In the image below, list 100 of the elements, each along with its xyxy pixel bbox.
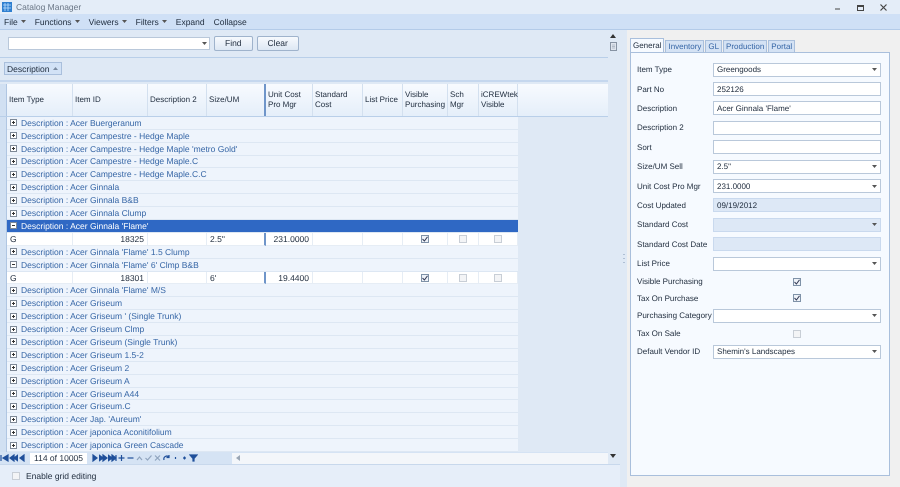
group-row[interactable]: Description : Acer Ginnala 'Flame' 6' Clmp B&B [7, 258, 518, 272]
record-position: 114 of 10005 [30, 452, 87, 464]
expand-icon[interactable] [10, 184, 17, 191]
group-row[interactable]: Description : Acer Jap. 'Aureum' [7, 413, 518, 426]
collapse-icon[interactable] [10, 261, 17, 268]
checkbox[interactable] [793, 294, 801, 302]
group-row[interactable]: Description : Acer Griseum A44 [7, 388, 518, 400]
group-row[interactable]: Description : Acer Griseum.C [7, 400, 518, 414]
tab[interactable]: GL [705, 40, 722, 52]
column-header[interactable]: Item ID [73, 84, 148, 116]
collapse-icon[interactable] [10, 222, 17, 230]
expand-icon[interactable] [10, 248, 17, 256]
group-row[interactable]: Description : Acer Griseum (Single Trunk) [7, 336, 518, 349]
group-row[interactable]: Description : Acer Ginnala B&B [7, 194, 518, 208]
tab[interactable]: Production [723, 40, 768, 52]
expand-icon[interactable] [10, 364, 17, 372]
group-row[interactable]: Description : Acer Ginnala 'Flame' [7, 220, 518, 233]
window-title: Catalog Manager [16, 2, 82, 12]
group-row[interactable]: Description : Acer Campestre - Hedge Maple [7, 130, 518, 143]
group-row[interactable]: Description : Acer japonica Aconitifolium [7, 426, 518, 440]
expand-icon[interactable] [10, 119, 17, 126]
expand-icon[interactable] [10, 428, 17, 436]
last-icon[interactable] [108, 454, 117, 462]
column-header[interactable]: Sch Mgr [448, 84, 479, 116]
dropdown-field[interactable]: 231.0000 [713, 179, 881, 194]
group-by-chip[interactable]: Description [4, 62, 62, 76]
expand-icon[interactable] [10, 390, 17, 398]
dropdown-field[interactable]: 2.5" [713, 160, 881, 174]
expand-icon[interactable] [10, 286, 17, 294]
redo-icon[interactable] [162, 454, 171, 462]
first-icon[interactable] [0, 454, 9, 462]
expand-icon[interactable] [10, 326, 17, 333]
group-row[interactable]: Description : Acer Ginnala Clump [7, 207, 518, 220]
expand-icon[interactable] [10, 377, 17, 384]
group-row[interactable]: Description : Acer Campestre - Hedge Maple 'metro Gold' [7, 142, 518, 156]
group-row[interactable]: Description : Acer Griseum 2 [7, 362, 518, 375]
expand-icon[interactable] [10, 145, 17, 152]
expand-icon[interactable] [10, 416, 17, 423]
group-row[interactable]: Description : Acer Ginnala 'Flame' M/S [7, 284, 518, 298]
column-header[interactable]: iCREWtek Visible [479, 84, 518, 116]
dropdown-field[interactable] [713, 256, 881, 271]
input-field[interactable] [713, 120, 881, 135]
column-header[interactable]: Visible Purchasing [403, 84, 448, 116]
expand-icon[interactable] [10, 210, 17, 217]
expand-icon[interactable] [10, 442, 17, 449]
expand-icon[interactable] [10, 132, 17, 140]
scroll-left-icon[interactable] [236, 455, 240, 462]
expand-icon[interactable] [10, 402, 17, 410]
expand-icon[interactable] [10, 338, 17, 346]
input-field[interactable] [713, 140, 881, 154]
toolbar-button[interactable]: Find [214, 36, 253, 51]
expand-icon[interactable] [10, 351, 17, 358]
maximize-icon[interactable] [856, 2, 865, 12]
group-row[interactable]: Description : Acer Griseum [7, 297, 518, 310]
group-row[interactable]: Description : Acer japonica Green Cascade [7, 439, 518, 452]
group-row[interactable]: Description : Acer Ginnala [7, 181, 518, 194]
close-icon[interactable] [879, 2, 888, 12]
expand-icon[interactable] [10, 312, 17, 320]
input-field[interactable]: 252126 [713, 82, 881, 96]
group-row[interactable]: Description : Acer Griseum A [7, 374, 518, 388]
tab[interactable]: Inventory [665, 40, 704, 52]
group-row[interactable]: Description : Acer Campestre - Hedge Maple.C [7, 156, 518, 168]
menu-item[interactable]: Collapse [214, 16, 247, 26]
menu-item[interactable]: File [4, 16, 26, 26]
dropdown-field[interactable] [713, 308, 881, 323]
group-row[interactable]: Description : Acer Griseum Clmp [7, 323, 518, 336]
scroll-up-icon[interactable] [610, 34, 616, 38]
scroll-thumb-icon[interactable] [610, 42, 616, 51]
expand-icon[interactable] [10, 170, 17, 178]
column-header[interactable]: Standard Cost [313, 84, 363, 116]
expand-icon[interactable] [10, 158, 17, 165]
horizontal-scrollbar[interactable] [232, 452, 608, 464]
menu-item[interactable]: Functions [34, 16, 80, 26]
group-row[interactable]: Description : Acer Ginnala 'Flame' 1.5 Clump [7, 246, 518, 259]
input-field[interactable]: Acer Ginnala 'Flame' [713, 101, 881, 116]
search-field[interactable] [8, 36, 210, 50]
checkbox[interactable] [793, 278, 801, 286]
tab[interactable]: General [630, 38, 664, 52]
scroll-down-icon[interactable] [610, 454, 616, 458]
checkbox[interactable] [421, 274, 429, 282]
menu-item[interactable]: Filters [136, 16, 167, 26]
menu-item[interactable]: Viewers [88, 16, 127, 26]
checkbox[interactable] [421, 234, 429, 243]
column-header[interactable]: Item Type [7, 84, 73, 116]
column-header[interactable]: List Price [363, 84, 403, 116]
column-header[interactable]: Description 2 [148, 84, 207, 116]
check-icon[interactable] [144, 454, 153, 462]
plus-icon[interactable] [117, 454, 126, 462]
group-row[interactable]: Description : Acer Campestre - Hedge Maple.C.C [7, 168, 518, 182]
dropdown-field[interactable]: Shemin's Landscapes [713, 344, 881, 359]
toolbar-button[interactable]: Clear [256, 36, 299, 51]
group-row[interactable]: Description : Acer Griseum ' (Single Trunk) [7, 310, 518, 324]
tab[interactable]: Portal [768, 40, 796, 52]
column-header[interactable]: Unit Cost Pro Mgr [266, 84, 313, 116]
expand-icon[interactable] [10, 196, 17, 204]
menu-item[interactable]: Expand [176, 16, 205, 26]
expand-icon[interactable] [10, 300, 17, 307]
group-row[interactable]: Description : Acer Griseum 1.5-2 [7, 348, 518, 362]
dropdown-field[interactable]: Greengoods [713, 62, 881, 77]
group-row[interactable]: Description : Acer Buergeranum [7, 116, 518, 130]
